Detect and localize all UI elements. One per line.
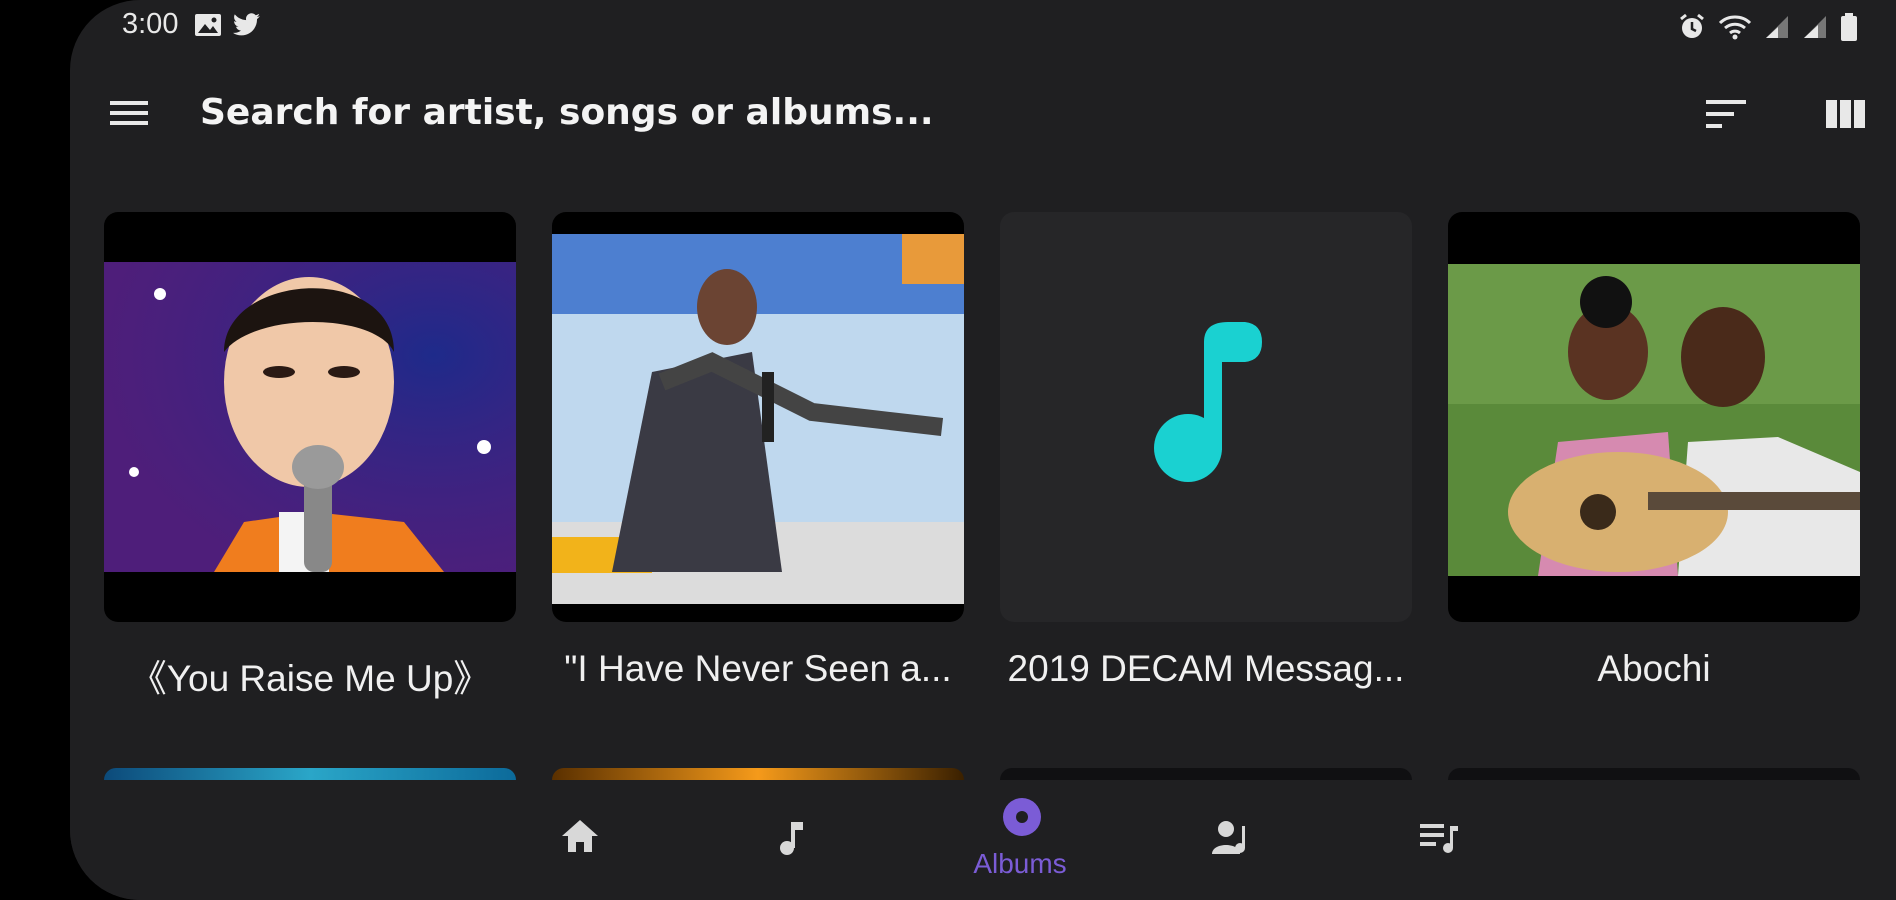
nav-home[interactable] — [540, 818, 620, 878]
home-icon — [562, 820, 598, 852]
grid-view-button[interactable] — [1824, 96, 1868, 132]
app-window: 3:00 Search for artist, songs or albums.… — [70, 0, 1896, 900]
status-bar: 3:00 — [70, 0, 1896, 52]
battery-icon — [1841, 13, 1857, 41]
album-card[interactable]: Abochi — [1448, 212, 1860, 689]
search-input[interactable]: Search for artist, songs or albums... — [200, 92, 934, 133]
alarm-icon — [1680, 13, 1704, 38]
sort-button[interactable] — [1704, 96, 1748, 132]
album-card[interactable]: 《You Raise Me Up》 — [104, 212, 516, 699]
signal-icon — [1766, 16, 1788, 38]
album-icon — [1003, 798, 1041, 836]
nav-albums[interactable] — [982, 796, 1062, 856]
nav-artists[interactable] — [1192, 820, 1272, 880]
album-photo-preacher — [552, 234, 964, 604]
music-note-icon — [780, 822, 803, 855]
image-icon — [195, 14, 221, 36]
album-card-partial[interactable] — [1000, 768, 1412, 780]
wifi-icon — [1718, 15, 1752, 40]
artist-icon — [1212, 821, 1245, 854]
album-title: 2019 DECAM Messag... — [1007, 648, 1405, 689]
twitter-icon — [233, 13, 260, 36]
music-note-icon — [1154, 322, 1262, 482]
album-art — [104, 212, 516, 622]
album-card[interactable]: "I Have Never Seen a... — [552, 212, 964, 689]
album-photo-boy-singing — [104, 262, 516, 572]
album-art — [1000, 212, 1412, 622]
nav-songs[interactable] — [752, 818, 832, 878]
hamburger-menu-icon — [110, 101, 148, 125]
album-card-partial[interactable] — [1448, 768, 1860, 780]
album-card-partial[interactable] — [552, 768, 964, 780]
album-art — [552, 212, 964, 622]
status-time: 3:00 — [122, 8, 179, 40]
menu-button[interactable] — [108, 92, 150, 134]
album-title: 《You Raise Me Up》 — [129, 658, 491, 699]
album-card-partial[interactable] — [104, 768, 516, 780]
grid-view-icon — [1826, 100, 1865, 128]
signal-icon — [1804, 16, 1826, 38]
nav-playlists[interactable] — [1400, 820, 1480, 880]
nav-albums-label[interactable]: Albums — [920, 848, 1120, 880]
album-art — [1448, 212, 1860, 622]
album-title: "I Have Never Seen a... — [564, 648, 952, 689]
playlist-icon — [1420, 824, 1458, 853]
sort-icon — [1706, 100, 1746, 128]
album-photo-couple-guitar — [1448, 264, 1860, 576]
album-card[interactable]: 2019 DECAM Messag... — [1000, 212, 1412, 689]
album-title: Abochi — [1597, 648, 1711, 689]
